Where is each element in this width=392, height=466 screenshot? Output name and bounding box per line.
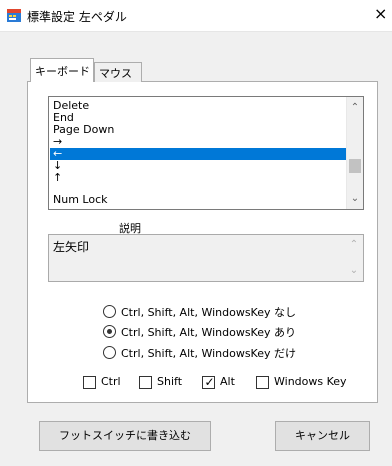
list-item[interactable]: →: [52, 136, 349, 148]
scroll-down-icon[interactable]: ⌄: [347, 193, 363, 204]
scroll-up-icon[interactable]: ⌃: [347, 102, 363, 113]
checkmark-icon: ✓: [204, 375, 215, 389]
scroll-up-icon[interactable]: ⌃: [346, 239, 362, 250]
list-item[interactable]: Page Down: [52, 124, 349, 136]
list-item[interactable]: ↓: [52, 160, 349, 172]
radio-button[interactable]: [103, 325, 116, 338]
write-footswitch-button[interactable]: フットスイッチに書き込む: [39, 421, 211, 451]
checkbox-box[interactable]: ✓: [202, 375, 215, 389]
checkbox-label: Shift: [157, 375, 183, 388]
tab-mouse[interactable]: マウス: [94, 62, 142, 82]
list-scrollbar[interactable]: ⌃ ⌄: [346, 97, 363, 209]
checkbox-box[interactable]: [256, 376, 269, 389]
description-scrollbar[interactable]: ⌃ ⌄: [346, 235, 363, 281]
checkbox-label: Ctrl: [101, 375, 121, 388]
radio-label: Ctrl, Shift, Alt, WindowsKey だけ: [121, 347, 296, 360]
title-bar: 標準設定 左ペダル ×: [0, 0, 392, 32]
tab-keyboard[interactable]: キーボード: [30, 58, 94, 82]
radio-label: Ctrl, Shift, Alt, WindowsKey なし: [121, 306, 296, 319]
key-listbox[interactable]: Delete End Page Down → ← ↓ ↑ Num Lock ⌃ …: [48, 96, 364, 210]
window-title: 標準設定 左ペダル: [27, 10, 127, 24]
radio-label: Ctrl, Shift, Alt, WindowsKey あり: [121, 326, 296, 339]
app-icon: [7, 9, 21, 22]
checkbox-label: Alt: [220, 375, 235, 388]
cancel-button[interactable]: キャンセル: [275, 421, 370, 451]
description-text: 左矢印: [53, 240, 90, 254]
list-item[interactable]: Num Lock: [52, 194, 349, 206]
scroll-thumb[interactable]: [349, 159, 361, 173]
radio-button[interactable]: [103, 305, 116, 318]
scroll-down-icon[interactable]: ⌄: [346, 265, 362, 276]
checkbox-box[interactable]: [139, 376, 152, 389]
description-box: 左矢印 ⌃ ⌄: [48, 234, 364, 282]
radio-button[interactable]: [103, 346, 116, 359]
list-item[interactable]: ↑: [52, 172, 349, 184]
list-item[interactable]: Delete: [52, 100, 349, 112]
close-icon[interactable]: ×: [374, 4, 387, 23]
checkbox-label: Windows Key: [274, 375, 347, 388]
checkbox-box[interactable]: [83, 376, 96, 389]
list-item-selected[interactable]: ←: [50, 148, 350, 160]
